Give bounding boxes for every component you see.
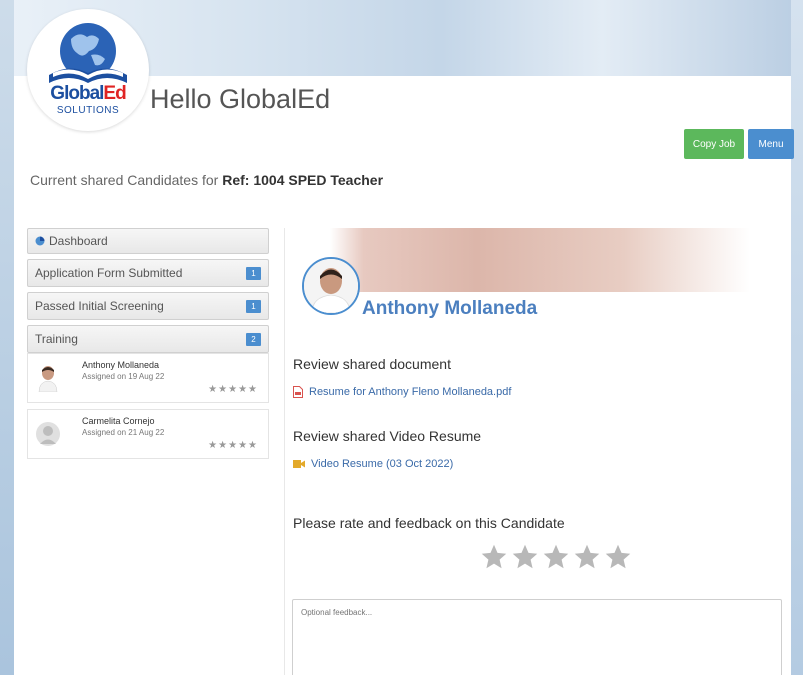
logo-wordmark: GlobalEd [50,83,126,104]
review-video-heading: Review shared Video Resume [293,428,482,444]
candidate-name-heading: Anthony Mollaneda [362,298,538,319]
resume-link[interactable]: Resume for Anthony Fleno Mollaneda.pdf [293,386,511,398]
candidate-photo [302,257,360,315]
candidate-list-item[interactable]: Carmelita Cornejo Assigned on 21 Aug 22 … [27,409,269,459]
sidebar-item-dashboard[interactable]: Dashboard [27,228,269,254]
sidebar-item-label: Application Form Submitted [35,266,183,280]
pie-chart-icon [35,236,45,246]
sidebar-item-label: Training [35,332,78,346]
star-3-icon[interactable] [542,543,570,571]
sidebar-item-label: Dashboard [49,234,108,248]
candidate-name: Carmelita Cornejo [82,416,155,426]
sidebar-item-training[interactable]: Training 2 [27,325,269,353]
default-avatar-icon [36,422,60,446]
star-2-icon[interactable] [511,543,539,571]
video-icon [293,460,305,468]
review-document-heading: Review shared document [293,356,451,372]
sidebar-item-application-form-submitted[interactable]: Application Form Submitted 1 [27,259,269,287]
video-resume-link-label: Video Resume (03 Oct 2022) [311,458,454,470]
shared-candidates-subtitle: Current shared Candidates for Ref: 1004 … [30,172,384,188]
sidebar-item-passed-initial-screening[interactable]: Passed Initial Screening 1 [27,292,269,320]
page-title: Hello GlobalEd [150,84,331,114]
sidebar: Dashboard Application Form Submitted 1 P… [27,228,269,465]
count-badge: 1 [246,299,261,313]
candidate-rating: ★★★★★ [208,384,258,395]
star-4-icon[interactable] [573,543,601,571]
candidate-assigned-date: Assigned on 19 Aug 22 [82,372,165,381]
left-background [0,0,14,675]
rating-stars [480,543,632,571]
sidebar-item-label: Passed Initial Screening [35,299,164,313]
globaled-logo: GlobalEd SOLUTIONS [27,9,149,131]
candidate-assigned-date: Assigned on 21 Aug 22 [82,428,165,437]
right-background [791,0,803,675]
star-5-icon[interactable] [604,543,632,571]
candidate-name: Anthony Mollaneda [82,360,160,370]
resume-link-label: Resume for Anthony Fleno Mollaneda.pdf [309,386,512,398]
count-badge: 1 [246,266,261,280]
menu-button[interactable]: Menu [748,129,794,159]
pdf-file-icon [293,386,303,398]
profile-banner [330,228,750,292]
copy-job-button[interactable]: Copy Job [684,129,744,159]
candidate-avatar [38,366,58,392]
candidate-portrait [304,259,358,313]
candidate-list-item[interactable]: Anthony Mollaneda Assigned on 19 Aug 22 … [27,353,269,403]
candidate-rating: ★★★★★ [208,440,258,451]
feedback-input[interactable] [292,599,782,675]
star-1-icon[interactable] [480,543,508,571]
video-resume-link[interactable]: Video Resume (03 Oct 2022) [293,458,453,470]
job-reference: Ref: 1004 SPED Teacher [222,172,384,188]
logo-subtitle: SOLUTIONS [56,105,120,116]
count-badge: 2 [246,332,261,346]
rate-feedback-heading: Please rate and feedback on this Candida… [293,515,565,531]
